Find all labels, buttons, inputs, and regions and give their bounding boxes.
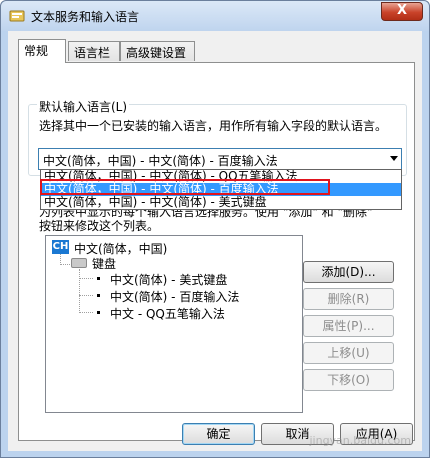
bullet-icon [97, 311, 100, 314]
tree-connector [79, 269, 80, 313]
tree-connector [79, 278, 93, 279]
tree-service-item[interactable]: 中文(简体) - 百度输入法 [110, 288, 239, 305]
tree-category-node[interactable]: 键盘 [92, 255, 116, 272]
dialog-window: 文本服务和输入语言 X 常规 语言栏 高级键设置 默认输入语言(L) 选择其中一… [0, 0, 430, 458]
watermark-text: jingyan.baidu.com [309, 434, 411, 447]
bullet-icon [97, 294, 100, 297]
installed-services-tree[interactable]: CH 中文(简体，中国) 键盘 中文(简体) - 美式键盘 中文(简体) - 百… [45, 235, 303, 413]
default-language-label: 默认输入语言(L) [37, 98, 130, 115]
tree-service-item[interactable]: 中文(简体) - 美式键盘 [110, 271, 227, 288]
move-up-button[interactable]: 上移(U) [303, 342, 394, 364]
tree-connector [60, 264, 70, 265]
properties-button[interactable]: 属性(P)... [303, 315, 394, 337]
tree-service-item[interactable]: 中文 - QQ五笔输入法 [110, 305, 225, 322]
chevron-down-icon[interactable] [390, 156, 398, 161]
app-icon [9, 10, 25, 22]
title-bar: 文本服务和输入语言 X [1, 1, 429, 31]
tab-language-bar[interactable]: 语言栏 [68, 41, 120, 61]
dialog-body: 常规 语言栏 高级键设置 默认输入语言(L) 选择其中一个已安装的输入语言，用作… [8, 31, 422, 451]
window-title: 文本服务和输入语言 [31, 10, 140, 24]
bullet-icon [97, 277, 100, 280]
close-button[interactable]: X [381, 2, 423, 21]
language-code-icon: CH [52, 240, 69, 254]
tree-connector [79, 312, 93, 313]
tree-connector [79, 295, 93, 296]
highlight-annotation-box [40, 179, 330, 195]
default-language-selected-value: 中文(简体，中国) - 中文(简体) - 百度输入法 [43, 154, 278, 168]
close-icon: X [396, 3, 408, 18]
remove-button[interactable]: 删除(R) [303, 288, 394, 310]
installed-services-description-2: 按钮来修改这个列表。 [39, 219, 160, 233]
move-down-button[interactable]: 下移(O) [303, 369, 394, 391]
keyboard-icon [71, 258, 87, 268]
ok-button[interactable]: 确定 [182, 423, 255, 445]
default-language-select[interactable]: 中文(简体，中国) - 中文(简体) - 百度输入法 [38, 148, 402, 170]
add-button[interactable]: 添加(D)... [303, 261, 394, 283]
tab-advanced-key-settings[interactable]: 高级键设置 [120, 41, 195, 61]
dropdown-option[interactable]: 中文(简体，中国) - 中文(简体) - 美式键盘 [41, 196, 401, 209]
default-language-description: 选择其中一个已安装的输入语言，用作所有输入字段的默认语言。 [39, 119, 388, 133]
tab-general[interactable]: 常规 [18, 39, 66, 63]
tree-language-node[interactable]: 中文(简体，中国) [74, 240, 167, 257]
